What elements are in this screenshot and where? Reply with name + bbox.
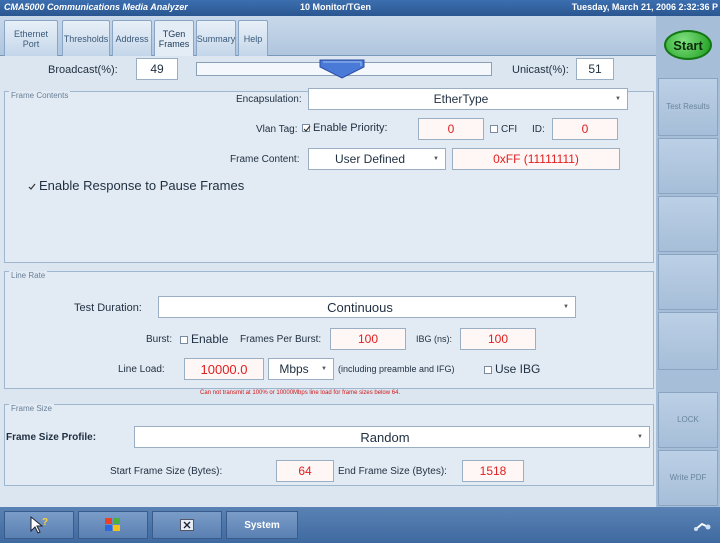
taskbar: ? System bbox=[0, 507, 720, 543]
end-frame-size-label: End Frame Size (Bytes): bbox=[338, 466, 447, 477]
priority-field[interactable]: 0 bbox=[418, 118, 484, 140]
line-rate-title: Line Rate bbox=[9, 271, 48, 280]
lock-button[interactable]: LOCK bbox=[658, 392, 718, 448]
windows-button[interactable] bbox=[78, 511, 148, 539]
system-button[interactable]: System bbox=[226, 511, 298, 539]
burst-enable-checkbox[interactable] bbox=[180, 335, 188, 344]
cfi-option[interactable]: CFI bbox=[490, 124, 517, 135]
frames-per-burst-label: Frames Per Burst: bbox=[240, 334, 322, 345]
burst-enable-label: Enable bbox=[191, 332, 229, 346]
frames-per-burst-field[interactable]: 100 bbox=[330, 328, 406, 350]
side-button-blank-2[interactable] bbox=[658, 196, 718, 252]
broadcast-label: Broadcast(%): bbox=[48, 64, 118, 76]
tab-help[interactable]: Help bbox=[238, 20, 268, 56]
line-load-warning: Can not transmit at 100% or 10000Mbps li… bbox=[200, 390, 401, 396]
windows-logo-icon bbox=[105, 518, 120, 531]
mode-title: 10 Monitor/TGen bbox=[300, 2, 372, 12]
line-load-label: Line Load: bbox=[118, 364, 165, 375]
tab-strip: Ethernet Port Thresholds Address TGen Fr… bbox=[0, 16, 656, 57]
title-bar: CMA5000 Communications Media Analyzer 10… bbox=[0, 0, 720, 16]
app-title: CMA5000 Communications Media Analyzer bbox=[4, 2, 188, 12]
ibg-label: IBG (ns): bbox=[416, 334, 453, 344]
slider-thumb[interactable] bbox=[319, 59, 365, 79]
unicast-field[interactable]: 51 bbox=[576, 58, 614, 80]
enable-priority-checkbox[interactable] bbox=[302, 124, 311, 133]
start-frame-size-field[interactable]: 64 bbox=[276, 460, 334, 482]
including-label: (including preamble and IFG) bbox=[338, 364, 455, 374]
tab-tgen-frames[interactable]: TGen Frames bbox=[154, 20, 194, 57]
tab-address[interactable]: Address bbox=[112, 20, 152, 56]
vlan-tag-label: Vlan Tag: bbox=[256, 124, 298, 135]
side-button-blank-1[interactable] bbox=[658, 138, 718, 194]
close-window-icon bbox=[180, 519, 194, 531]
close-app-button[interactable] bbox=[152, 511, 222, 539]
burst-enable-option[interactable]: Enable bbox=[180, 332, 228, 346]
id-label: ID: bbox=[532, 124, 545, 135]
start-frame-size-label: Start Frame Size (Bytes): bbox=[110, 466, 223, 477]
cfi-checkbox[interactable] bbox=[490, 125, 498, 134]
broadcast-field[interactable]: 49 bbox=[136, 58, 178, 80]
test-results-button[interactable]: Test Results bbox=[658, 78, 718, 136]
test-duration-label: Test Duration: bbox=[74, 302, 142, 314]
start-button[interactable]: Start bbox=[664, 30, 712, 60]
line-load-unit-select[interactable]: Mbps bbox=[268, 358, 334, 380]
line-load-field[interactable]: 10000.0 bbox=[184, 358, 264, 380]
end-frame-size-field[interactable]: 1518 bbox=[462, 460, 524, 482]
use-ibg-label: Use IBG bbox=[495, 362, 541, 376]
pause-frames-option[interactable]: Enable Response to Pause Frames bbox=[28, 178, 244, 193]
pause-frames-check-icon[interactable] bbox=[28, 183, 36, 191]
ibg-field[interactable]: 100 bbox=[460, 328, 536, 350]
broadcast-unicast-slider[interactable] bbox=[196, 59, 492, 79]
write-pdf-button[interactable]: Write PDF bbox=[658, 450, 718, 506]
help-pointer-icon: ? bbox=[30, 515, 48, 534]
svg-text:?: ? bbox=[42, 517, 48, 528]
encapsulation-select[interactable]: EtherType bbox=[308, 88, 628, 110]
frame-contents-group: Frame Contents bbox=[4, 91, 654, 263]
side-button-blank-4[interactable] bbox=[658, 312, 718, 370]
network-status-icon[interactable] bbox=[694, 517, 712, 536]
help-pointer-button[interactable]: ? bbox=[4, 511, 74, 539]
tab-thresholds[interactable]: Thresholds bbox=[62, 20, 110, 56]
frame-contents-title: Frame Contents bbox=[9, 91, 71, 100]
datetime: Tuesday, March 21, 2006 2:32:36 P bbox=[571, 2, 718, 12]
use-ibg-checkbox[interactable] bbox=[484, 365, 492, 374]
side-button-blank-3[interactable] bbox=[658, 254, 718, 310]
unicast-label: Unicast(%): bbox=[512, 64, 569, 76]
side-panel: Start Test Results LOCK Write PDF bbox=[656, 16, 720, 507]
frame-content-select[interactable]: User Defined bbox=[308, 148, 446, 170]
frame-content-label: Frame Content: bbox=[230, 154, 300, 165]
burst-label: Burst: bbox=[146, 334, 173, 345]
frame-content-pattern[interactable]: 0xFF (11111111) bbox=[452, 148, 620, 170]
tab-ethernet-port[interactable]: Ethernet Port bbox=[4, 20, 58, 56]
pause-frames-label: Enable Response to Pause Frames bbox=[39, 178, 245, 193]
test-duration-select[interactable]: Continuous bbox=[158, 296, 576, 318]
encapsulation-label: Encapsulation: bbox=[236, 94, 302, 105]
use-ibg-option[interactable]: Use IBG bbox=[484, 362, 540, 376]
frame-size-title: Frame Size bbox=[9, 404, 54, 413]
tab-summary[interactable]: Summary bbox=[196, 20, 236, 56]
cfi-label: CFI bbox=[501, 124, 518, 135]
enable-priority-option[interactable]: Enable Priority: bbox=[302, 122, 388, 134]
frame-size-profile-select[interactable]: Random bbox=[134, 426, 650, 448]
enable-priority-label: Enable Priority: bbox=[313, 122, 388, 134]
id-field[interactable]: 0 bbox=[552, 118, 618, 140]
frame-size-profile-label: Frame Size Profile: bbox=[6, 432, 97, 443]
